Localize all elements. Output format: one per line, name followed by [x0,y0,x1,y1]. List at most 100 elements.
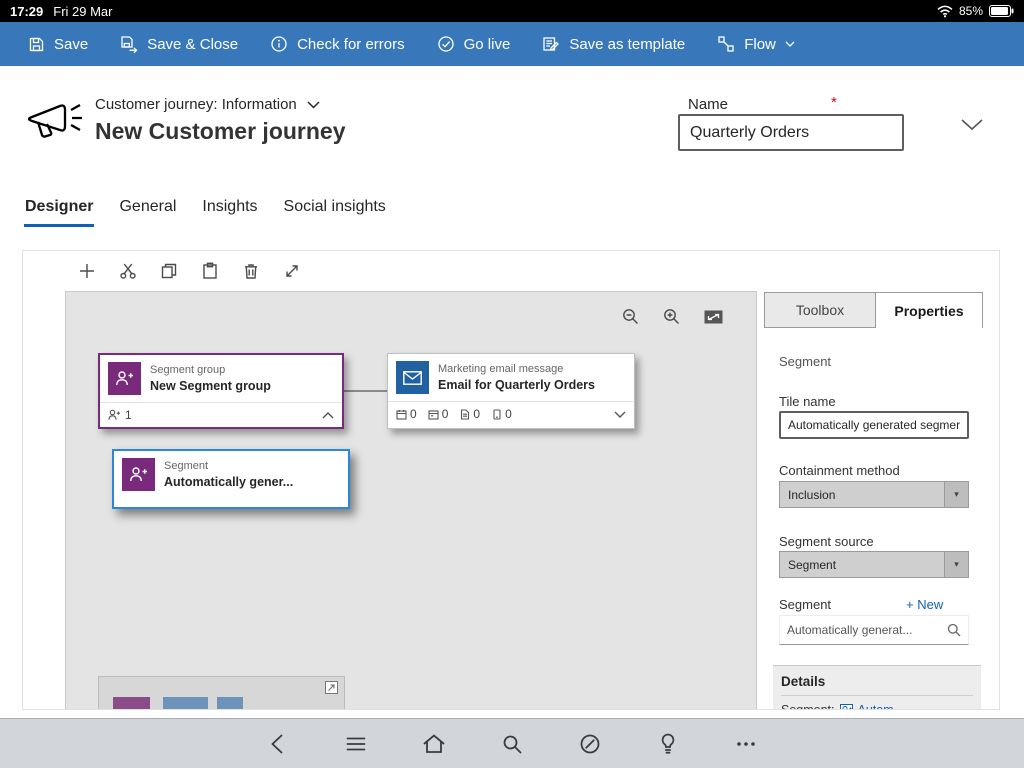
cut-icon[interactable] [119,262,137,280]
segment-lookup-input[interactable] [780,623,947,637]
copy-icon[interactable] [160,262,178,280]
designer-toolbar [23,251,301,291]
segment-source-value: Segment [780,558,944,572]
zoom-out-icon[interactable] [622,308,639,325]
segment-icon [122,458,155,491]
check-circle-icon [437,35,455,53]
tab-insights[interactable]: Insights [201,196,258,227]
chevron-down-icon: ▾ [944,552,968,577]
flow-icon [717,35,735,53]
info-circle-icon [270,35,288,53]
lightbulb-icon[interactable] [655,731,681,757]
chevron-down-icon [307,101,320,109]
chevron-down-icon: ▾ [944,482,968,507]
email-tile[interactable]: Marketing email message Email for Quarte… [387,353,635,429]
command-bar: Save Save & Close Check for errors Go li… [0,22,1024,66]
go-live-label: Go live [464,36,511,53]
tile-name-field-label: Tile name [779,394,836,409]
search-icon[interactable] [947,623,968,637]
tile-type-label: Segment [164,459,293,473]
record-type-selector[interactable]: Customer journey: Information [95,96,320,113]
email-icon [396,361,429,394]
segment-tile-selected[interactable]: Segment Automatically gener... [112,449,350,509]
details-header: Details [781,674,973,696]
save-as-template-button[interactable]: Save as template [542,35,685,53]
search-icon[interactable] [499,731,525,757]
status-time: 17:29 [10,4,43,19]
document-stat-icon [459,409,470,420]
tab-properties[interactable]: Properties [875,292,983,328]
menu-icon[interactable] [343,731,369,757]
check-errors-label: Check for errors [297,36,405,53]
tile-name-input[interactable] [779,411,969,439]
tab-general[interactable]: General [118,196,177,227]
segment-group-tile[interactable]: Segment group New Segment group 1 [98,353,344,429]
tile-name-label: Email for Quarterly Orders [438,377,595,393]
save-template-icon [542,35,560,53]
save-icon [28,36,45,53]
minimap-expand-icon[interactable] [325,681,338,694]
tile-type-label: Marketing email message [438,362,595,376]
designer-canvas[interactable]: Segment group New Segment group 1 Market… [65,291,757,710]
fit-to-screen-icon[interactable] [704,310,723,324]
check-for-errors-button[interactable]: Check for errors [270,35,405,53]
name-input[interactable] [678,114,904,151]
battery-percent: 85% [959,4,983,18]
status-date: Fri 29 Mar [53,4,112,19]
wifi-icon [937,5,953,18]
segment-source-label: Segment source [779,534,874,549]
browser-dock [0,718,1024,768]
segment-count: 1 [125,408,132,422]
add-tile-icon[interactable] [78,262,96,280]
tile-name-label: New Segment group [150,378,271,394]
delete-icon[interactable] [242,262,260,280]
battery-icon [989,5,1014,17]
new-segment-link[interactable]: + New [906,597,943,612]
calendar-stat-icon [428,409,439,420]
minimap[interactable] [98,676,345,710]
save-label: Save [54,36,88,53]
audience-count-icon [108,409,121,421]
minimap-email-rect [163,697,208,710]
zoom-in-icon[interactable] [663,308,680,325]
home-icon[interactable] [421,731,447,757]
ios-status-bar: 17:29 Fri 29 Mar 85% [0,0,1024,22]
compass-icon[interactable] [577,731,603,757]
tab-designer[interactable]: Designer [24,196,94,227]
stat-count: 0 [410,407,417,421]
minimap-tile-rect [217,697,243,710]
segment-source-select[interactable]: Segment ▾ [779,551,969,578]
tile-connector [344,390,387,392]
segment-lookup [779,615,969,645]
chevron-up-icon[interactable] [322,412,334,419]
collapse-header-chevron-icon[interactable] [960,118,984,131]
flow-button[interactable]: Flow [717,35,795,53]
segment-group-icon [108,362,141,395]
form-tabs: Designer General Insights Social insight… [24,196,387,227]
go-live-button[interactable]: Go live [437,35,511,53]
save-and-close-button[interactable]: Save & Close [120,35,238,53]
name-field-label: Name [688,96,728,113]
save-button[interactable]: Save [28,36,88,53]
chevron-down-icon[interactable] [614,411,626,418]
flow-label: Flow [744,36,776,53]
tile-name-label: Automatically gener... [164,474,293,490]
containment-method-select[interactable]: Inclusion ▾ [779,481,969,508]
page-title: New Customer journey [95,118,346,145]
tab-toolbox[interactable]: Toolbox [764,292,876,328]
entity-type-label: Segment [779,354,831,369]
details-segment-value[interactable]: Autom... [858,703,905,710]
megaphone-icon [26,100,86,144]
expand-icon[interactable] [283,262,301,280]
paste-icon[interactable] [201,262,219,280]
more-options-button[interactable]: ... [960,703,973,710]
form-header: Customer journey: Information New Custom… [0,66,1024,190]
details-segment-label: Segment: [781,703,835,710]
stat-count: 0 [473,407,480,421]
segment-field-label: Segment [779,597,831,612]
segment-record-icon [840,704,853,711]
tab-social-insights[interactable]: Social insights [283,196,387,227]
tile-type-label: Segment group [150,363,271,377]
back-icon[interactable] [265,731,291,757]
more-icon[interactable] [733,731,759,757]
